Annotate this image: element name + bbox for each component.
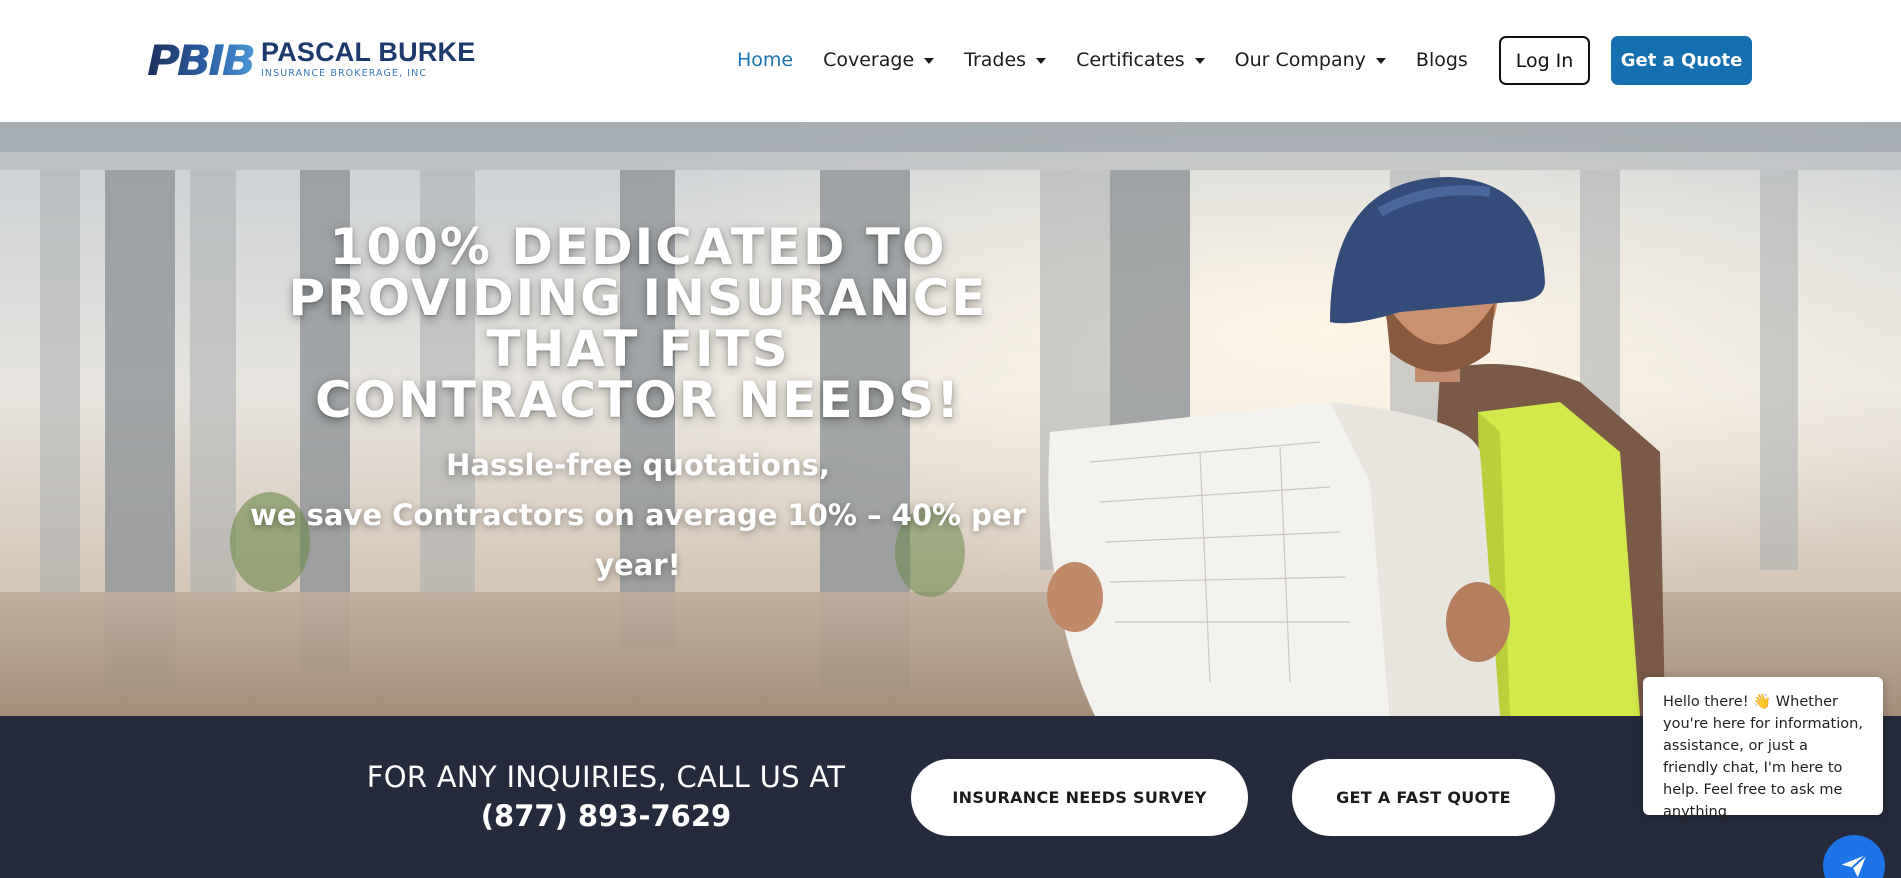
logo-mark-text: PBIB xyxy=(147,38,254,80)
site-logo[interactable]: PBIB PASCAL BURKE INSURANCE BROKERAGE, I… xyxy=(147,38,475,80)
chat-greeting-bubble[interactable]: Hello there! 👋 Whether you're here for i… xyxy=(1643,677,1883,820)
hero-title-line: THAT FITS xyxy=(486,320,790,378)
site-header: PBIB PASCAL BURKE INSURANCE BROKERAGE, I… xyxy=(0,0,1901,122)
nav-item-blogs[interactable]: Blogs xyxy=(1416,49,1468,71)
cta-bar: FOR ANY INQUIRIES, CALL US AT (877) 893-… xyxy=(0,716,1901,878)
hero-subtitle-line: Hassle-free quotations, xyxy=(446,448,830,482)
chevron-down-icon xyxy=(1375,58,1386,64)
chevron-down-icon xyxy=(1194,58,1205,64)
hero-title-line: 100% DEDICATED TO xyxy=(329,218,947,276)
nav-item-home[interactable]: Home xyxy=(737,49,793,71)
hero-title-line: CONTRACTOR NEEDS! xyxy=(314,371,962,429)
call-us-block: FOR ANY INQUIRIES, CALL US AT (877) 893-… xyxy=(336,758,876,836)
get-fast-quote-button[interactable]: GET A FAST QUOTE xyxy=(1292,759,1555,836)
phone-number-link[interactable]: (877) 893-7629 xyxy=(336,796,876,836)
login-button[interactable]: Log In xyxy=(1499,36,1590,85)
nav-item-label: Our Company xyxy=(1234,49,1366,71)
nav-item-our-company[interactable]: Our Company xyxy=(1235,49,1386,71)
chat-greeting-text: Hello there! 👋 Whether you're here for i… xyxy=(1663,694,1863,820)
chevron-down-icon xyxy=(1036,58,1047,64)
nav-item-certificates[interactable]: Certificates xyxy=(1076,49,1205,71)
nav-item-coverage[interactable]: Coverage xyxy=(823,49,935,71)
get-a-quote-button[interactable]: Get a Quote xyxy=(1611,36,1752,85)
insurance-needs-survey-button[interactable]: INSURANCE NEEDS SURVEY xyxy=(911,759,1248,836)
hero-subtitle-line: we save Contractors on average 10% – 40%… xyxy=(250,498,1026,532)
hero-subtitle: Hassle-free quotations, we save Contract… xyxy=(248,440,1028,590)
nav-item-label: Certificates xyxy=(1076,49,1185,71)
hero-subtitle-line: year! xyxy=(595,548,681,582)
nav-item-label: Home xyxy=(737,49,794,71)
nav-item-label: Coverage xyxy=(823,49,915,71)
logo-subtitle: INSURANCE BROKERAGE, INC xyxy=(261,68,428,80)
hero-title: 100% DEDICATED TO PROVIDING INSURANCE TH… xyxy=(238,222,1038,426)
nav-item-label: Trades xyxy=(964,49,1027,71)
logo-title: PASCAL BURKE xyxy=(261,37,476,68)
nav-item-label: Blogs xyxy=(1415,49,1468,71)
call-us-label: FOR ANY INQUIRIES, CALL US AT xyxy=(366,760,846,794)
pbib-logo-mark: PBIB xyxy=(147,38,255,80)
paper-plane-icon xyxy=(1841,854,1868,878)
hero-section: 100% DEDICATED TO PROVIDING INSURANCE TH… xyxy=(0,122,1901,716)
hero-title-line: PROVIDING INSURANCE xyxy=(288,269,988,327)
nav-item-trades[interactable]: Trades xyxy=(964,49,1047,71)
main-nav: Home Coverage Trades Certificates Our Co… xyxy=(737,44,1498,76)
chevron-down-icon xyxy=(924,58,935,64)
